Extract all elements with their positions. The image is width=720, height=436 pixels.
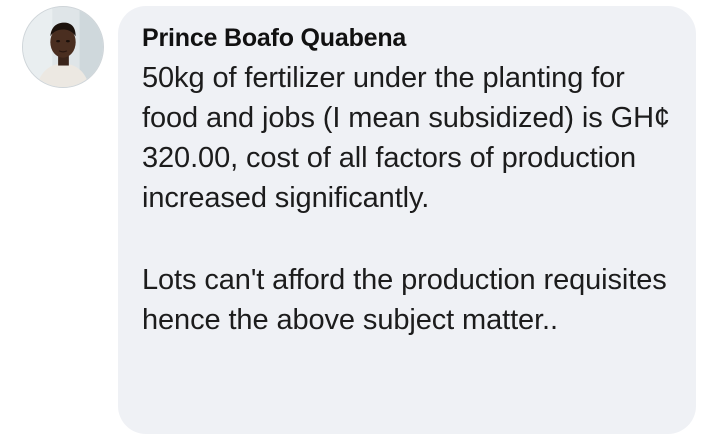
- avatar[interactable]: [22, 6, 104, 88]
- comment-text-paragraph-1: 50kg of fertilizer under the planting fo…: [142, 62, 670, 214]
- comment-author-name[interactable]: Prince Boafo Quabena: [142, 22, 674, 54]
- comment-bubble: Prince Boafo Quabena 50kg of fertilizer …: [118, 6, 696, 434]
- profile-photo-icon: [23, 7, 103, 87]
- comment-text-paragraph-2: Lots can't afford the production requisi…: [142, 264, 667, 336]
